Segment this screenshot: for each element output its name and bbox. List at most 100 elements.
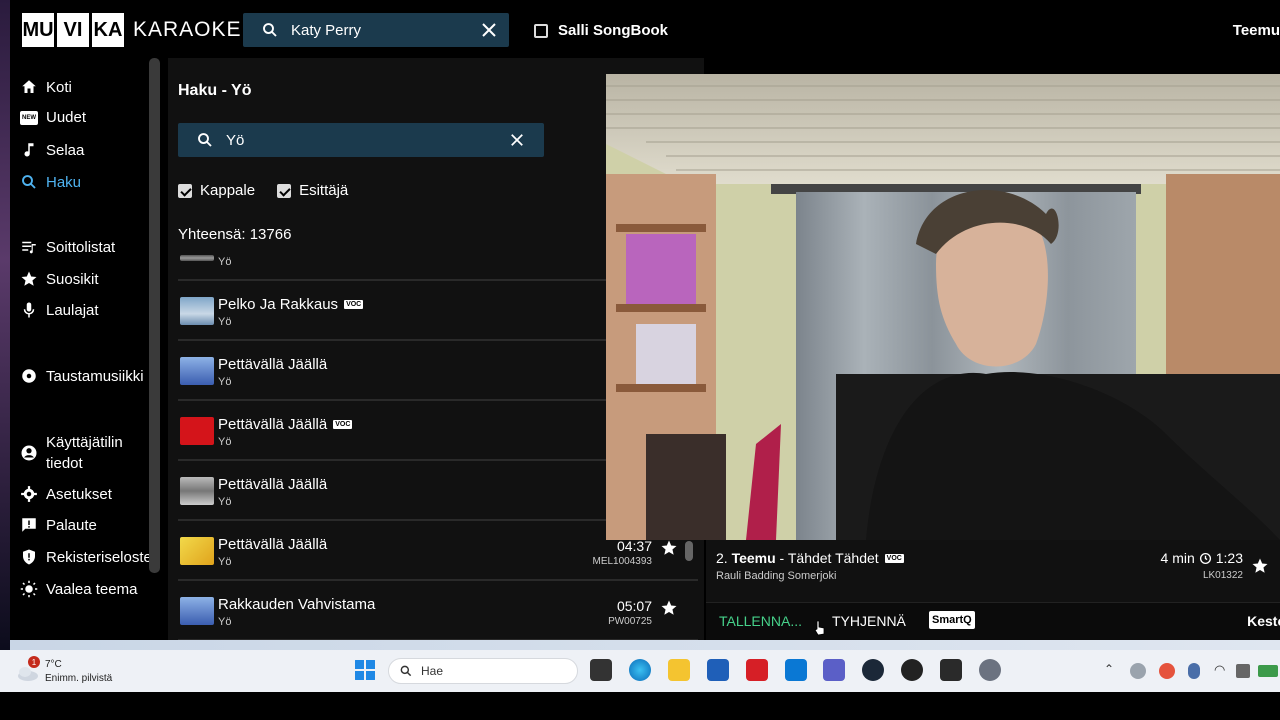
shield-icon — [23, 549, 35, 565]
settings-gear-icon[interactable] — [979, 659, 1001, 681]
sidebar-item-label: Taustamusiikki — [46, 367, 144, 385]
sidebar-item-laulajat[interactable]: Laulajat — [20, 301, 99, 319]
weather-description: Enimm. pilvistä — [45, 673, 113, 684]
sidebar-item-uudet[interactable]: NEW Uudet — [20, 109, 86, 126]
sidebar-item-label: Vaalea teema — [46, 580, 138, 598]
edge-browser-icon[interactable] — [629, 659, 651, 681]
app-l-icon[interactable] — [746, 659, 768, 681]
sidebar-scrollbar[interactable] — [149, 58, 160, 573]
results-total: Yhteensä: 13766 — [178, 226, 292, 243]
disc-icon — [22, 369, 36, 383]
song-thumbnail — [180, 297, 214, 325]
teams-icon[interactable] — [823, 659, 845, 681]
duration-label[interactable]: Kesto — [1247, 613, 1280, 629]
song-thumbnail — [180, 357, 214, 385]
sidebar-item-rekisteriseloste[interactable]: Rekisteriseloste — [20, 548, 152, 566]
search-icon — [400, 665, 412, 677]
queue-time-left: 4 min — [1160, 550, 1195, 566]
sidebar-item-taustamusiikki[interactable]: Taustamusiikki — [20, 367, 144, 385]
sidebar-item-palaute[interactable]: Palaute — [20, 516, 97, 534]
songbook-toggle[interactable]: Salli SongBook — [534, 22, 668, 39]
windows-start-icon[interactable] — [354, 659, 376, 681]
song-thumbnail — [180, 417, 214, 445]
webcam-image — [606, 74, 1280, 540]
songbook-checkbox[interactable] — [534, 23, 548, 38]
windows-taskbar: 1 7°C Enimm. pilvistä Hae ⌃ ◠ — [0, 650, 1280, 692]
voc-badge: VOC — [333, 420, 353, 429]
sidebar-item-selaa[interactable]: Selaa — [20, 141, 84, 159]
taskbar-search-placeholder: Hae — [421, 664, 444, 678]
battery-icon[interactable] — [1258, 665, 1278, 677]
chevron-up-icon[interactable]: ⌃ — [1104, 662, 1114, 676]
sidebar-item-label: Asetukset — [46, 485, 112, 503]
logo-box-2: VI — [57, 13, 89, 47]
muvika-logo[interactable]: MU VI KA KARAOKE — [22, 13, 242, 47]
results-scrollbar[interactable] — [685, 541, 693, 561]
song-title: Rakkauden Vahvistama — [218, 596, 376, 613]
top-search-field[interactable]: Katy Perry — [243, 13, 509, 47]
save-button[interactable]: TALLENNA... — [719, 613, 802, 629]
filter-artist-label: Esittäjä — [299, 182, 349, 199]
queue-item-title[interactable]: 2. Teemu - Tähdet Tähdet VOC — [716, 550, 904, 566]
logo-word: KARAOKE — [133, 18, 242, 41]
sidebar-item-soittolistat[interactable]: Soittolistat — [20, 238, 115, 256]
song-thumbnail — [180, 537, 214, 565]
taskbar-search[interactable]: Hae — [388, 658, 578, 684]
file-explorer-icon[interactable] — [668, 659, 690, 681]
song-artist: Yö — [218, 616, 232, 628]
song-artist: Yö — [218, 436, 232, 448]
sidebar-item-vaalea-teema[interactable]: Vaalea teema — [20, 580, 137, 598]
sidebar-item-label: Laulajat — [46, 301, 99, 319]
favorite-star-icon[interactable] — [1251, 557, 1269, 575]
song-title: Pettävällä Jäällä VOC — [218, 416, 353, 433]
hand-cursor-icon — [814, 620, 825, 636]
tray-icon-1[interactable] — [1130, 663, 1146, 679]
game-app-icon[interactable] — [901, 659, 923, 681]
tray-icon-2[interactable] — [1159, 663, 1175, 679]
page-title: Haku - Yö — [178, 82, 252, 99]
clock-icon — [1199, 552, 1211, 564]
speaker-icon[interactable] — [1236, 664, 1250, 678]
sidebar-item-kayttajatilin-tiedot[interactable]: Käyttäjätilin tiedot — [20, 432, 136, 474]
clear-search-icon[interactable] — [481, 22, 497, 38]
queue-artist: Rauli Badding Somerjoki — [716, 570, 837, 582]
queue-song: - Tähdet Tähdet — [775, 550, 879, 566]
song-title: Pettävällä Jäällä — [218, 536, 328, 553]
user-menu[interactable]: Teemu — [1233, 22, 1280, 39]
epic-games-icon[interactable] — [940, 659, 962, 681]
filter-artist-checkbox[interactable] — [277, 183, 292, 198]
sidebar-item-haku[interactable]: Haku — [20, 173, 81, 191]
store-icon[interactable] — [707, 659, 729, 681]
song-artist: Yö — [218, 556, 232, 568]
wifi-icon[interactable]: ◠ — [1214, 662, 1225, 678]
feedback-icon — [22, 518, 36, 532]
queue-number: 2. — [716, 550, 728, 566]
clear-search-icon[interactable] — [510, 133, 524, 147]
sun-icon — [20, 580, 38, 598]
search-icon — [198, 133, 212, 147]
sidebar-item-suosikit[interactable]: Suosikit — [20, 270, 99, 288]
sidebar-item-asetukset[interactable]: Asetukset — [20, 485, 112, 503]
filter-song-checkbox[interactable] — [178, 183, 192, 198]
task-view-icon[interactable] — [590, 659, 612, 681]
logo-box-1: MU — [22, 13, 54, 47]
screen-bottom-edge — [0, 692, 1280, 720]
steam-icon[interactable] — [862, 659, 884, 681]
top-search-input[interactable]: Katy Perry — [291, 22, 481, 39]
clear-queue-button[interactable]: TYHJENNÄ — [832, 613, 906, 629]
smartq-button[interactable]: SmartQ — [929, 611, 975, 629]
outlook-icon[interactable] — [785, 659, 807, 681]
sidebar-item-label: Käyttäjätilin tiedot — [46, 434, 123, 472]
results-search-field[interactable]: Yö — [178, 123, 544, 157]
results-search-input[interactable]: Yö — [226, 132, 510, 149]
queue-panel: 2. Teemu - Tähdet Tähdet VOC Rauli Baddin… — [706, 540, 1280, 640]
sidebar-item-label: Soittolistat — [46, 238, 116, 256]
list-item[interactable]: Rakkauden Vahvistama Yö 05:07 PW00725 — [178, 581, 698, 640]
sidebar-item-koti[interactable]: Koti — [20, 78, 72, 96]
top-bar: MU VI KA KARAOKE Katy Perry Salli SongBo… — [10, 0, 1280, 58]
song-artist: Yö — [218, 376, 232, 388]
favorite-star-icon[interactable] — [660, 539, 678, 557]
muvika-app-window: MU VI KA KARAOKE Katy Perry Salli SongBo… — [10, 0, 1280, 640]
microphone-icon[interactable] — [1188, 663, 1200, 679]
favorite-star-icon[interactable] — [660, 599, 678, 617]
